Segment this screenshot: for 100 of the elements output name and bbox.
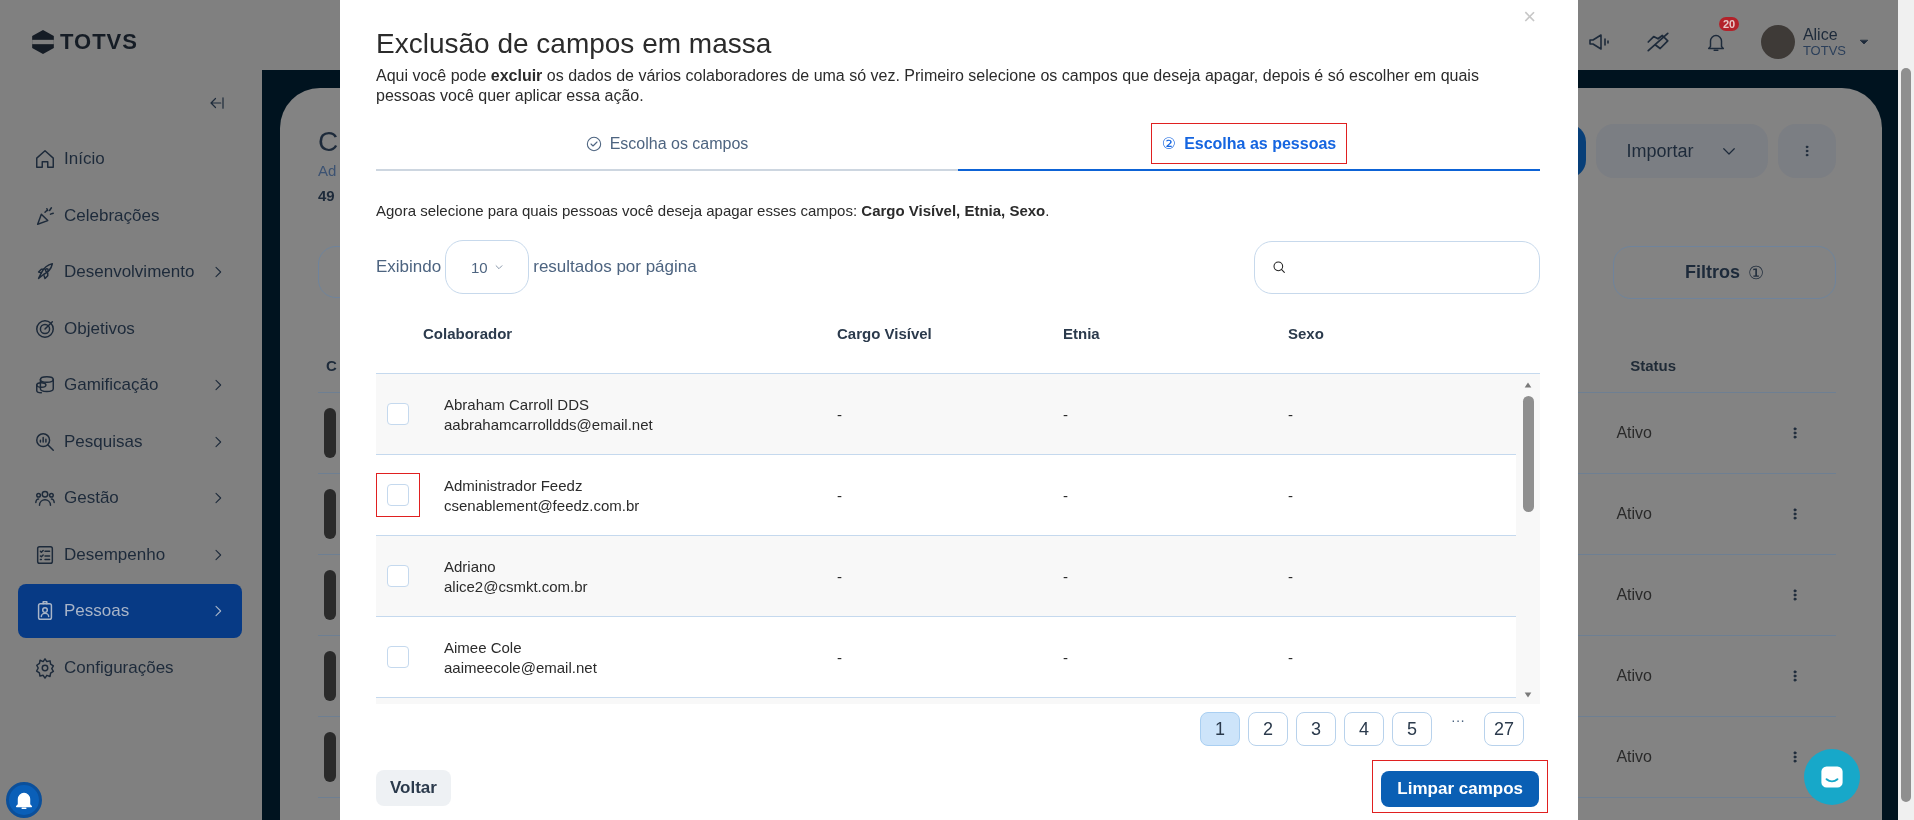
checkbox[interactable] (387, 646, 409, 668)
logo-icon (30, 29, 56, 55)
photo-placeholder (324, 732, 336, 782)
people-count: 49 (318, 187, 336, 204)
notification-badge: 20 (1718, 17, 1740, 31)
sidebar-item[interactable]: Gamificação (18, 358, 242, 412)
page-button[interactable]: 27 (1484, 712, 1524, 746)
table-cell-text: - (1063, 405, 1069, 423)
column-header: Sexo (1288, 325, 1325, 342)
scrollbar-thumb[interactable] (1901, 68, 1911, 802)
scroll-up-icon (1522, 380, 1534, 390)
table-cell-text: - (1288, 567, 1294, 585)
chevron-down-icon (493, 262, 504, 272)
person-email: aabrahamcarrolldds@email.net (444, 415, 654, 433)
column-header: Cargo Visível (837, 325, 933, 342)
search-chart-icon (34, 430, 56, 453)
avatar[interactable] (1760, 25, 1795, 59)
page-size-select[interactable]: 10 (445, 240, 530, 294)
logo-text: TOTVS (60, 29, 138, 55)
target-icon (34, 317, 56, 340)
search-field[interactable] (1254, 240, 1540, 294)
checkbox[interactable] (387, 484, 409, 506)
person-name: Abraham Carroll DDS (444, 395, 591, 413)
checkbox[interactable] (387, 565, 409, 587)
table-cell-text: - (1288, 648, 1294, 666)
person-email: csenablement@feedz.com.br (444, 496, 641, 514)
scroll-down-icon (1522, 690, 1534, 700)
checklist-icon (34, 543, 56, 566)
home-icon (34, 148, 56, 170)
sidebar-item[interactable]: Desempenho (18, 527, 242, 582)
sidebar-item[interactable]: Início (18, 132, 242, 186)
table-cell-text: - (837, 405, 843, 423)
sidebar-item[interactable]: Objetivos (18, 301, 242, 356)
modal-description: Aqui você pode excluir os dados de vários colaboradores de uma só vez. Primeiro selecione os campos que deseja apagar, depois é só escolher em quais pessoas você quer aplicar essa ação. (376, 66, 1480, 106)
scrollbar-thumb[interactable] (1522, 396, 1534, 512)
table-cell-text: - (837, 486, 843, 504)
collapse-sidebar-icon[interactable] (208, 94, 226, 112)
status-text: Ativo (1616, 586, 1652, 604)
table-cell-text: - (1288, 405, 1294, 423)
person-name: Adriano (444, 557, 497, 575)
sidebar-item[interactable]: Configurações (18, 640, 242, 695)
person-name: Aimee Cole (444, 638, 523, 656)
photo-placeholder (324, 489, 336, 539)
page-button[interactable]: 5 (1392, 712, 1432, 746)
party-popper-icon (34, 204, 56, 227)
photo-placeholder (324, 408, 336, 458)
tab[interactable]: Escolha os campos (574, 123, 760, 164)
notification-button[interactable] (6, 782, 42, 818)
person-email: alice2@csmkt.com.br (444, 577, 589, 595)
chat-icon (1819, 764, 1845, 790)
scrollbar[interactable] (1516, 374, 1540, 704)
search-icon (1271, 259, 1287, 275)
page-subtitle: Ad (318, 162, 338, 179)
page-title: C (318, 126, 339, 158)
status-text: Ativo (1616, 505, 1652, 523)
table-cell-text: - (1063, 486, 1069, 504)
instruction-text: Agora selecione para quais pessoas você deseja apagar esses campos: Cargo Visível, Etnia, Sexo. (376, 202, 1051, 219)
scrollbar[interactable] (1898, 0, 1914, 820)
sidebar-item[interactable]: Pessoas (18, 584, 242, 638)
photo-placeholder (324, 570, 336, 620)
table-cell-text: - (1063, 648, 1069, 666)
page-button[interactable]: 2 (1248, 712, 1288, 746)
column-header: Status (1630, 357, 1676, 374)
sidebar-item[interactable]: Desenvolvimento (18, 245, 242, 299)
settings-icon (34, 656, 56, 679)
status-text: Ativo (1616, 424, 1652, 442)
modal-title: Exclusão de campos em massa (376, 28, 773, 60)
status-text: Ativo (1616, 667, 1652, 685)
handshake-icon[interactable] (1644, 29, 1671, 55)
page-button[interactable]: 4 (1344, 712, 1384, 746)
filters-button[interactable]: Filtros ① (1613, 246, 1836, 299)
sidebar-item[interactable]: Gestão (18, 471, 242, 525)
page-size-label: Exibindo (376, 257, 442, 277)
table-cell-text: - (837, 567, 843, 585)
coins-icon (34, 374, 56, 396)
table-cell-text: - (837, 648, 843, 666)
status-text: Ativo (1616, 748, 1652, 766)
sidebar-item[interactable]: Pesquisas (18, 414, 242, 469)
filter-count: ① (1748, 261, 1764, 284)
photo-placeholder (324, 651, 336, 701)
page-button[interactable]: 3 (1296, 712, 1336, 746)
import-button[interactable]: Importar (1596, 124, 1768, 178)
user-org: TOTVS (1802, 43, 1846, 58)
back-button[interactable]: Voltar (376, 770, 451, 806)
column-header: Etnia (1063, 325, 1101, 342)
person-name: Administrador Feedz (444, 476, 584, 494)
column-header: C (326, 357, 337, 374)
table-cell-text: - (1288, 486, 1294, 504)
clear-fields-button[interactable]: Limpar campos (1381, 771, 1539, 807)
user-name: Alice (1802, 26, 1839, 44)
tab[interactable]: ② Escolha as pessoas (1150, 123, 1348, 164)
sidebar-item[interactable]: Celebrações (18, 188, 242, 243)
check-circle-icon (585, 135, 602, 152)
table-cell-text: - (1063, 567, 1069, 585)
page-button[interactable]: 1 (1200, 712, 1240, 746)
checkbox[interactable] (387, 403, 409, 425)
person-email: aaimeecole@email.net (444, 658, 598, 676)
pagination-ellipsis: ··· (1450, 712, 1466, 728)
column-header: Colaborador (423, 325, 514, 342)
page-size-label: resultados por página (533, 257, 697, 277)
